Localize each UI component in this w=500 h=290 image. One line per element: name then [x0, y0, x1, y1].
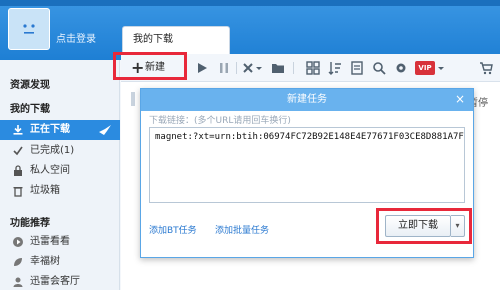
sidebar-item-kankan[interactable]: 迅雷看看	[0, 232, 120, 252]
toolbar-divider	[236, 62, 237, 74]
sidebar-item-private[interactable]: 私人空间	[0, 161, 120, 181]
avatar[interactable]	[8, 8, 50, 50]
download-button-highlight	[376, 208, 472, 244]
close-icon[interactable]: ×	[453, 91, 467, 107]
check-icon	[13, 146, 23, 156]
sidebar-item-happy-tree[interactable]: 幸福树	[0, 252, 120, 272]
section-resource[interactable]: 资源发现	[10, 76, 50, 91]
url-input[interactable]: magnet:?xt=urn:btih:06974FC72B92E148E4E7…	[149, 127, 465, 203]
dialog-title: 新建任务	[141, 89, 473, 111]
section-recommend: 功能推荐	[10, 218, 50, 229]
section-my-downloads: 我的下载	[10, 104, 50, 115]
sidebar-item-label: 垃圾箱	[30, 185, 60, 196]
sort-icon[interactable]	[328, 61, 342, 75]
title-strip	[0, 0, 500, 6]
login-link[interactable]: 点击登录	[56, 30, 96, 45]
user-icon	[13, 277, 23, 287]
list-checkbox-stub	[131, 92, 135, 106]
sidebar-item-label: 迅雷会客厅	[30, 276, 80, 287]
trash-icon	[13, 187, 23, 197]
delete-icon[interactable]	[241, 61, 255, 75]
cart-icon[interactable]	[479, 61, 493, 75]
sidebar-item-label: 幸福树	[30, 256, 60, 267]
sidebar: 资源发现 我的下载 正在下载 已完成(1) 私人空间 垃圾箱 功能推荐 迅雷看看…	[0, 60, 120, 290]
play-icon	[13, 237, 23, 247]
toolbar-divider	[293, 62, 294, 74]
sidebar-item-completed[interactable]: 已完成(1)	[0, 141, 120, 161]
add-bt-task-link[interactable]: 添加BT任务	[149, 223, 197, 236]
add-batch-task-link[interactable]: 添加批量任务	[215, 223, 269, 236]
bird-icon	[99, 125, 111, 135]
chevron-down-icon[interactable]	[255, 61, 263, 75]
chevron-down-icon[interactable]	[437, 61, 445, 75]
folder-icon[interactable]	[271, 61, 285, 75]
search-icon[interactable]	[372, 61, 386, 75]
avatar-face-icon	[23, 24, 35, 34]
sidebar-item-label: 私人空间	[30, 165, 70, 176]
list-icon[interactable]	[350, 61, 364, 75]
play-icon[interactable]	[195, 61, 209, 75]
vip-icon[interactable]: VIP	[415, 61, 435, 75]
download-icon	[13, 125, 23, 135]
grid-icon[interactable]	[306, 61, 320, 75]
sidebar-item-lounge[interactable]: 迅雷会客厅	[0, 272, 120, 290]
sidebar-item-downloading[interactable]: 正在下载	[0, 120, 120, 140]
leaf-icon	[14, 258, 22, 266]
gear-icon[interactable]	[394, 61, 408, 75]
app-header: 点击登录	[0, 0, 500, 60]
lock-icon	[14, 165, 22, 176]
download-link-label: 下载链接：(多个URL请用回车换行)	[149, 116, 291, 126]
new-button-highlight	[113, 52, 187, 80]
tab-my-downloads[interactable]: 我的下载	[122, 26, 230, 54]
sidebar-item-label: 迅雷看看	[30, 236, 70, 247]
sidebar-item-label: 正在下载	[30, 124, 70, 135]
sidebar-item-trash[interactable]: 垃圾箱	[0, 181, 120, 201]
pause-icon[interactable]	[217, 61, 231, 75]
sidebar-item-label: 已完成(1)	[30, 145, 75, 156]
